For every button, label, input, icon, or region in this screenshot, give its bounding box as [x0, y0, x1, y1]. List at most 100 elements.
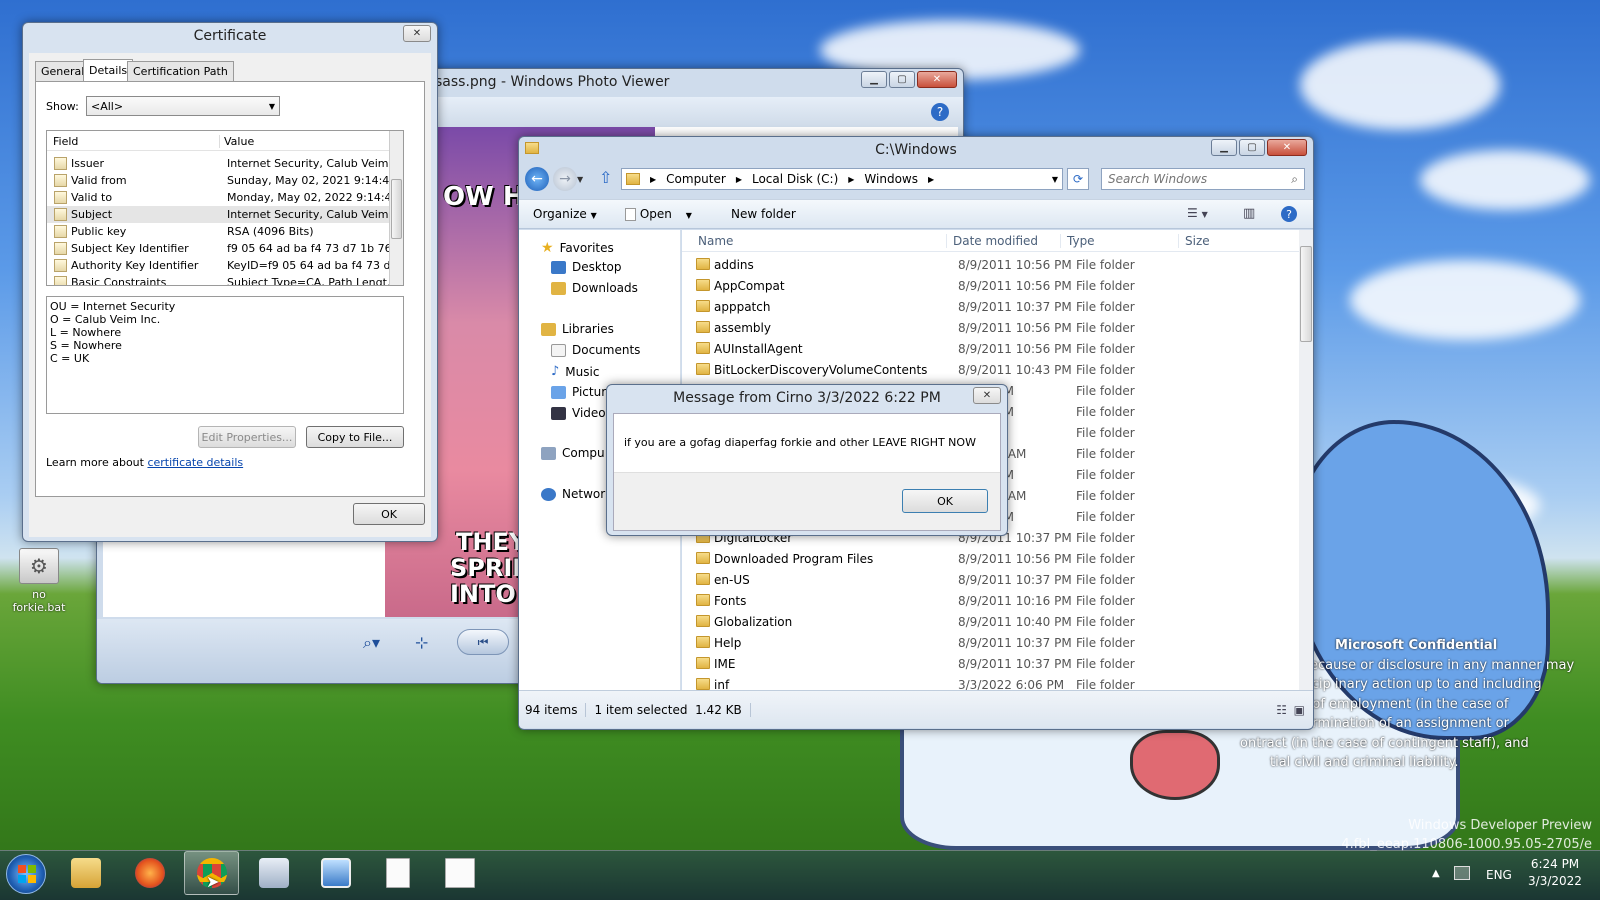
show-hidden-icons-icon[interactable]: ▲: [1432, 868, 1440, 879]
nav-libraries[interactable]: Libraries: [541, 322, 614, 336]
file-row[interactable]: BitLockerDiscoveryVolumeContents 8/9/2011…: [692, 359, 1292, 380]
column-type[interactable]: Type: [1060, 234, 1095, 248]
open-button[interactable]: Open ▼: [625, 207, 692, 221]
column-date[interactable]: Date modified: [946, 234, 1038, 248]
nav-music[interactable]: ♪ Music: [551, 364, 599, 379]
taskbar-photo-viewer[interactable]: [308, 851, 363, 895]
explorer-titlebar[interactable]: C:\Windows ▁ ▢ ✕: [519, 137, 1313, 163]
nav-pictures[interactable]: Pictur: [551, 385, 606, 399]
ok-button[interactable]: OK: [353, 503, 425, 525]
taskbar-certificate[interactable]: [432, 851, 487, 895]
chevron-down-icon[interactable]: ▼: [577, 175, 583, 184]
minimize-button[interactable]: ▁: [1211, 139, 1237, 156]
search-box[interactable]: ⌕: [1101, 168, 1305, 190]
details-view-icon[interactable]: ☷: [1276, 703, 1287, 717]
nav-videos[interactable]: Video: [551, 406, 606, 420]
previous-icon[interactable]: ⏮: [457, 629, 509, 655]
column-value[interactable]: Value: [219, 135, 254, 148]
breadcrumb-computer[interactable]: Computer: [666, 172, 726, 186]
file-row[interactable]: Help 8/9/2011 10:37 PM File folder: [692, 632, 1292, 653]
language-indicator[interactable]: ENG: [1486, 868, 1512, 882]
column-field[interactable]: Field: [53, 135, 78, 148]
view-options-icon[interactable]: ☰ ▼: [1187, 206, 1208, 220]
certificate-field-row[interactable]: Issuer Internet Security, Calub Veim ...: [47, 155, 391, 172]
file-row[interactable]: AUInstallAgent 8/9/2011 10:56 PM File fold…: [692, 338, 1292, 359]
copy-to-file-button[interactable]: Copy to File...: [306, 426, 404, 448]
new-folder-button[interactable]: New folder: [731, 207, 796, 221]
minimize-button[interactable]: ▁: [861, 71, 887, 88]
zoom-icon[interactable]: ⌕▾: [363, 633, 395, 655]
actual-size-icon[interactable]: ⊹: [415, 633, 437, 655]
breadcrumb-local-disk[interactable]: Local Disk (C:): [752, 172, 838, 186]
close-button[interactable]: ✕: [973, 387, 1001, 404]
desktop-icon-no-forkie[interactable]: ⚙ no forkie.bat: [4, 548, 74, 614]
refresh-icon[interactable]: ⟳: [1067, 168, 1089, 190]
search-input[interactable]: [1108, 172, 1278, 186]
fields-list[interactable]: Field Value Issuer Internet Security, Cal…: [46, 130, 404, 286]
preview-pane-icon[interactable]: ▥: [1243, 206, 1255, 221]
certificate-field-row[interactable]: Subject Internet Security, Calub Veim ...: [47, 206, 391, 223]
tab-certification-path[interactable]: Certification Path: [127, 61, 234, 81]
forward-button[interactable]: →: [553, 167, 577, 191]
close-button[interactable]: ✕: [917, 71, 957, 88]
column-size[interactable]: Size: [1178, 234, 1210, 248]
message-dialog[interactable]: Message from Cirno 3/3/2022 6:22 PM ✕ if…: [606, 384, 1008, 536]
maximize-button[interactable]: ▢: [889, 71, 915, 88]
nav-network[interactable]: Network: [541, 487, 612, 501]
close-button[interactable]: ✕: [403, 25, 431, 42]
certificate-field-row[interactable]: Valid to Monday, May 02, 2022 9:14:4...: [47, 189, 391, 206]
certificate-field-row[interactable]: Authority Key Identifier KeyID=f9 05 64 a…: [47, 257, 391, 274]
breadcrumb-windows[interactable]: Windows: [864, 172, 918, 186]
certificate-titlebar[interactable]: Certificate ✕: [23, 23, 437, 49]
explorer-scrollbar[interactable]: [1299, 230, 1313, 690]
certificate-dialog[interactable]: Certificate ✕ General Details Certificat…: [22, 22, 438, 542]
help-icon[interactable]: ?: [1281, 206, 1297, 222]
taskbar-firefox[interactable]: [122, 851, 177, 895]
organize-button[interactable]: Organize ▼: [533, 207, 597, 221]
nav-computer[interactable]: Compu: [541, 446, 605, 460]
nav-downloads[interactable]: Downloads: [551, 281, 638, 295]
message-titlebar[interactable]: Message from Cirno 3/3/2022 6:22 PM ✕: [607, 385, 1007, 411]
clock[interactable]: 6:24 PM 3/3/2022: [1524, 856, 1586, 890]
start-button[interactable]: [6, 854, 46, 894]
chevron-down-icon[interactable]: ▼: [1052, 175, 1058, 184]
tab-details[interactable]: Details: [83, 59, 134, 81]
network-tray-icon[interactable]: [1454, 866, 1470, 880]
file-row[interactable]: apppatch 8/9/2011 10:37 PM File folder: [692, 296, 1292, 317]
taskbar-explorer[interactable]: [58, 851, 113, 895]
certificate-field-row[interactable]: Public key RSA (4096 Bits): [47, 223, 391, 240]
file-row[interactable]: addins 8/9/2011 10:56 PM File folder: [692, 254, 1292, 275]
fields-scrollbar[interactable]: [389, 131, 403, 285]
file-row[interactable]: en-US 8/9/2011 10:37 PM File folder: [692, 569, 1292, 590]
file-row[interactable]: Globalization 8/9/2011 10:40 PM File folde…: [692, 611, 1292, 632]
field-detail-text[interactable]: OU = Internet Security O = Calub Veim In…: [46, 296, 404, 414]
address-bar[interactable]: ▶ Computer ▶ Local Disk (C:) ▶ Windows ▶…: [621, 168, 1063, 190]
nav-desktop[interactable]: Desktop: [551, 260, 622, 274]
edit-properties-button[interactable]: Edit Properties...: [198, 426, 296, 448]
file-row[interactable]: Downloaded Program Files 8/9/2011 10:56 P…: [692, 548, 1292, 569]
column-name[interactable]: Name: [698, 234, 733, 248]
taskbar-notepad[interactable]: [370, 851, 425, 895]
certificate-field-row[interactable]: Valid from Sunday, May 02, 2021 9:14:4...: [47, 172, 391, 189]
file-row[interactable]: IME 8/9/2011 10:37 PM File folder: [692, 653, 1292, 674]
file-row[interactable]: Fonts 8/9/2011 10:16 PM File folder: [692, 590, 1292, 611]
certificate-field-row[interactable]: Subject Key Identifier f9 05 64 ad ba f4 …: [47, 240, 391, 257]
file-row[interactable]: assembly 8/9/2011 10:56 PM File folder: [692, 317, 1292, 338]
certificate-details-link[interactable]: certificate details: [147, 456, 243, 469]
help-icon[interactable]: ?: [931, 103, 949, 121]
search-icon[interactable]: ⌕: [1291, 172, 1298, 187]
file-row[interactable]: AppCompat 8/9/2011 10:56 PM File folder: [692, 275, 1292, 296]
taskbar-task-manager[interactable]: [246, 851, 301, 895]
show-select[interactable]: <All> ▼: [86, 96, 280, 116]
scrollbar-thumb[interactable]: [1300, 246, 1312, 342]
nav-documents[interactable]: Documents: [551, 343, 640, 357]
up-arrow-icon[interactable]: ⇧: [599, 168, 612, 187]
nav-favorites[interactable]: ★ Favorites: [541, 240, 614, 256]
scrollbar-thumb[interactable]: [391, 179, 402, 239]
message-ok-button[interactable]: OK: [902, 489, 988, 513]
close-button[interactable]: ✕: [1267, 139, 1307, 156]
maximize-button[interactable]: ▢: [1239, 139, 1265, 156]
file-row[interactable]: inf 3/3/2022 6:06 PM File folder: [692, 674, 1292, 690]
certificate-field-row[interactable]: Basic Constraints Subject Type=CA, Path L…: [47, 274, 391, 285]
back-button[interactable]: ←: [525, 167, 549, 191]
